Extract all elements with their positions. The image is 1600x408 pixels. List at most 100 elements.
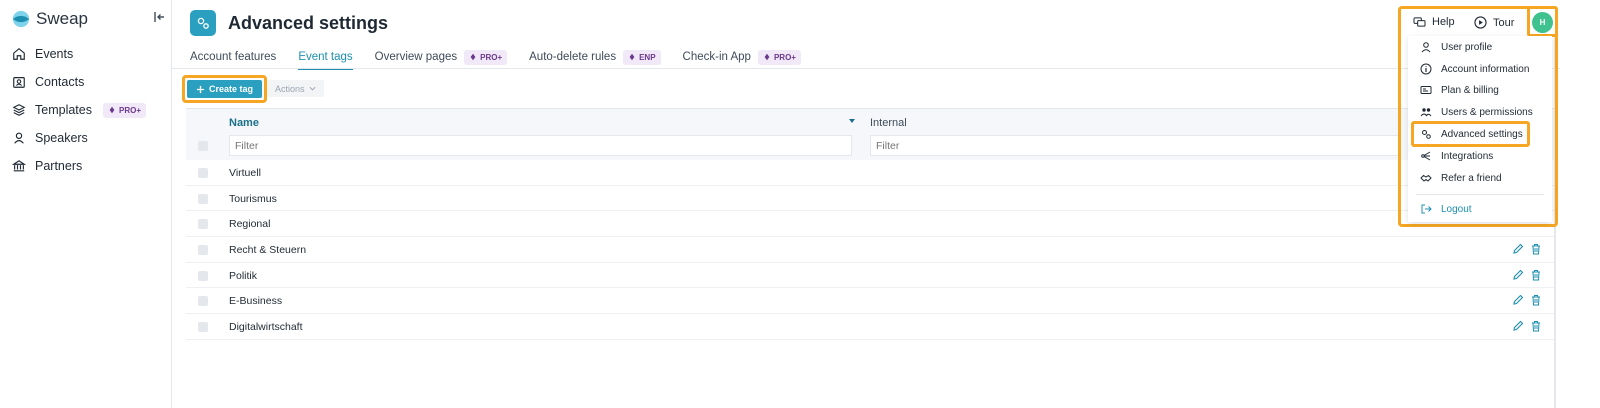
handshake-icon: [1420, 174, 1432, 182]
tab-auto-delete-rules[interactable]: Auto-delete rules ENP: [529, 46, 661, 68]
sidebar-item-label: Templates: [35, 103, 92, 117]
row-checkbox[interactable]: [198, 245, 208, 256]
trash-icon[interactable]: [1530, 269, 1542, 281]
row-checkbox[interactable]: [198, 168, 208, 178]
trash-icon[interactable]: [1530, 320, 1542, 332]
logout-icon: [1421, 204, 1432, 214]
tab-event-tags[interactable]: Event tags: [298, 46, 354, 70]
integrations-icon: [1421, 151, 1431, 161]
table-row[interactable]: Politik: [186, 263, 1556, 289]
menu-item-users-permissions[interactable]: Users & permissions: [1420, 103, 1533, 121]
brand-name: Sweap: [36, 9, 88, 28]
sidebar-nav: Events Contacts Templates PRO+ Speakers …: [0, 40, 172, 180]
contacts-icon: [13, 77, 25, 88]
row-checkbox[interactable]: [198, 322, 208, 333]
tag-name: E-Business: [229, 295, 283, 308]
edit-icon[interactable]: [1512, 294, 1524, 306]
pro-badge: PRO+: [464, 49, 508, 65]
actions-button[interactable]: Actions: [267, 80, 324, 97]
row-checkbox[interactable]: [198, 270, 208, 281]
create-tag-button[interactable]: Create tag: [187, 80, 263, 98]
select-all-checkbox[interactable]: [198, 141, 208, 151]
edit-icon[interactable]: [1512, 243, 1524, 255]
sidebar-item-label: Contacts: [35, 75, 85, 89]
edit-icon[interactable]: [1512, 269, 1524, 281]
home-icon: [13, 48, 25, 60]
tab-account-features[interactable]: Account features: [190, 46, 276, 68]
tag-name: Regional: [229, 218, 271, 231]
tag-name: Politik: [229, 269, 258, 282]
menu-item-plan-billing[interactable]: Plan & billing: [1420, 81, 1499, 99]
tour-button[interactable]: Tour: [1474, 16, 1514, 29]
sidebar-item-partners[interactable]: Partners: [0, 152, 172, 180]
table-header: Name Internal: [186, 108, 1556, 160]
menu-item-account-information[interactable]: Account information: [1420, 60, 1529, 78]
gears-icon: [197, 17, 209, 29]
crown-icon: [629, 53, 635, 61]
sidebar-item-speakers[interactable]: Speakers: [0, 124, 172, 152]
collapse-sidebar-icon[interactable]: [152, 9, 168, 25]
trash-icon[interactable]: [1530, 294, 1542, 306]
help-button[interactable]: Help: [1413, 16, 1455, 28]
chat-bubbles-icon: [1413, 16, 1426, 27]
tab-overview-pages[interactable]: Overview pages PRO+: [375, 46, 508, 68]
table-row[interactable]: E-Business: [186, 288, 1556, 315]
row-checkbox[interactable]: [198, 296, 208, 307]
menu-divider: [1416, 194, 1544, 195]
tags-table: Name Internal Virtuell Tourismus Regiona…: [186, 108, 1556, 340]
crown-icon: [764, 53, 770, 61]
row-checkbox[interactable]: [198, 193, 208, 204]
users-icon: [1420, 108, 1432, 117]
crown-icon: [109, 106, 115, 114]
chevron-down-icon: [309, 86, 316, 91]
plus-icon: [196, 85, 205, 93]
row-actions: [1512, 320, 1542, 332]
brand[interactable]: Sweap: [12, 9, 88, 29]
user-icon: [1421, 42, 1431, 53]
info-icon: [1420, 63, 1432, 75]
menu-item-refer-a-friend[interactable]: Refer a friend: [1420, 169, 1502, 187]
menu-item-integrations[interactable]: Integrations: [1420, 147, 1493, 165]
bank-icon: [12, 160, 26, 172]
name-filter-input[interactable]: [229, 135, 852, 156]
table-row[interactable]: Regional: [186, 211, 1556, 238]
id-card-icon: [1420, 86, 1432, 94]
tab-bar: Account features Event tags Overview pag…: [190, 46, 801, 70]
pro-badge: PRO+: [757, 49, 801, 65]
play-circle-icon: [1474, 16, 1487, 29]
sidebar-item-templates[interactable]: Templates PRO+: [0, 96, 172, 124]
pro-badge: PRO+: [102, 102, 146, 118]
row-actions: [1512, 294, 1542, 306]
menu-item-logout[interactable]: Logout: [1420, 200, 1472, 218]
trash-icon[interactable]: [1530, 243, 1542, 255]
table-row[interactable]: Virtuell: [186, 160, 1556, 186]
sweap-logo-icon: [12, 10, 30, 28]
sidebar-item-contacts[interactable]: Contacts: [0, 68, 172, 96]
row-actions: [1512, 243, 1542, 255]
tab-check-in-app[interactable]: Check-in App PRO+: [683, 46, 801, 68]
table-row[interactable]: Tourismus: [186, 186, 1556, 212]
sort-desc-icon[interactable]: [848, 118, 856, 124]
create-tag-highlight: Create tag: [182, 75, 268, 103]
table-body: Virtuell Tourismus Regional Recht & Steu…: [186, 160, 1556, 340]
tag-name: Recht & Steuern: [229, 244, 307, 257]
row-checkbox[interactable]: [198, 219, 208, 230]
crown-icon: [470, 53, 476, 61]
page-icon: [190, 10, 216, 36]
edit-icon[interactable]: [1512, 320, 1524, 332]
tag-name: Virtuell: [229, 167, 261, 179]
internal-filter-input[interactable]: [870, 135, 1400, 156]
enp-badge: ENP: [623, 49, 661, 65]
column-header-name[interactable]: Name: [229, 117, 259, 129]
table-row[interactable]: Recht & Steuern: [186, 237, 1556, 263]
advanced-settings-highlight: [1411, 121, 1530, 147]
tag-name: Digitalwirtschaft: [229, 321, 303, 334]
menu-item-user-profile[interactable]: User profile: [1420, 38, 1492, 56]
table-row[interactable]: Digitalwirtschaft: [186, 314, 1556, 340]
row-actions: [1512, 269, 1542, 281]
tabs-divider: [172, 68, 1560, 69]
column-header-internal[interactable]: Internal: [870, 117, 907, 129]
avatar[interactable]: H: [1532, 12, 1553, 33]
tag-name: Tourismus: [229, 192, 277, 205]
sidebar-item-events[interactable]: Events: [0, 40, 172, 68]
